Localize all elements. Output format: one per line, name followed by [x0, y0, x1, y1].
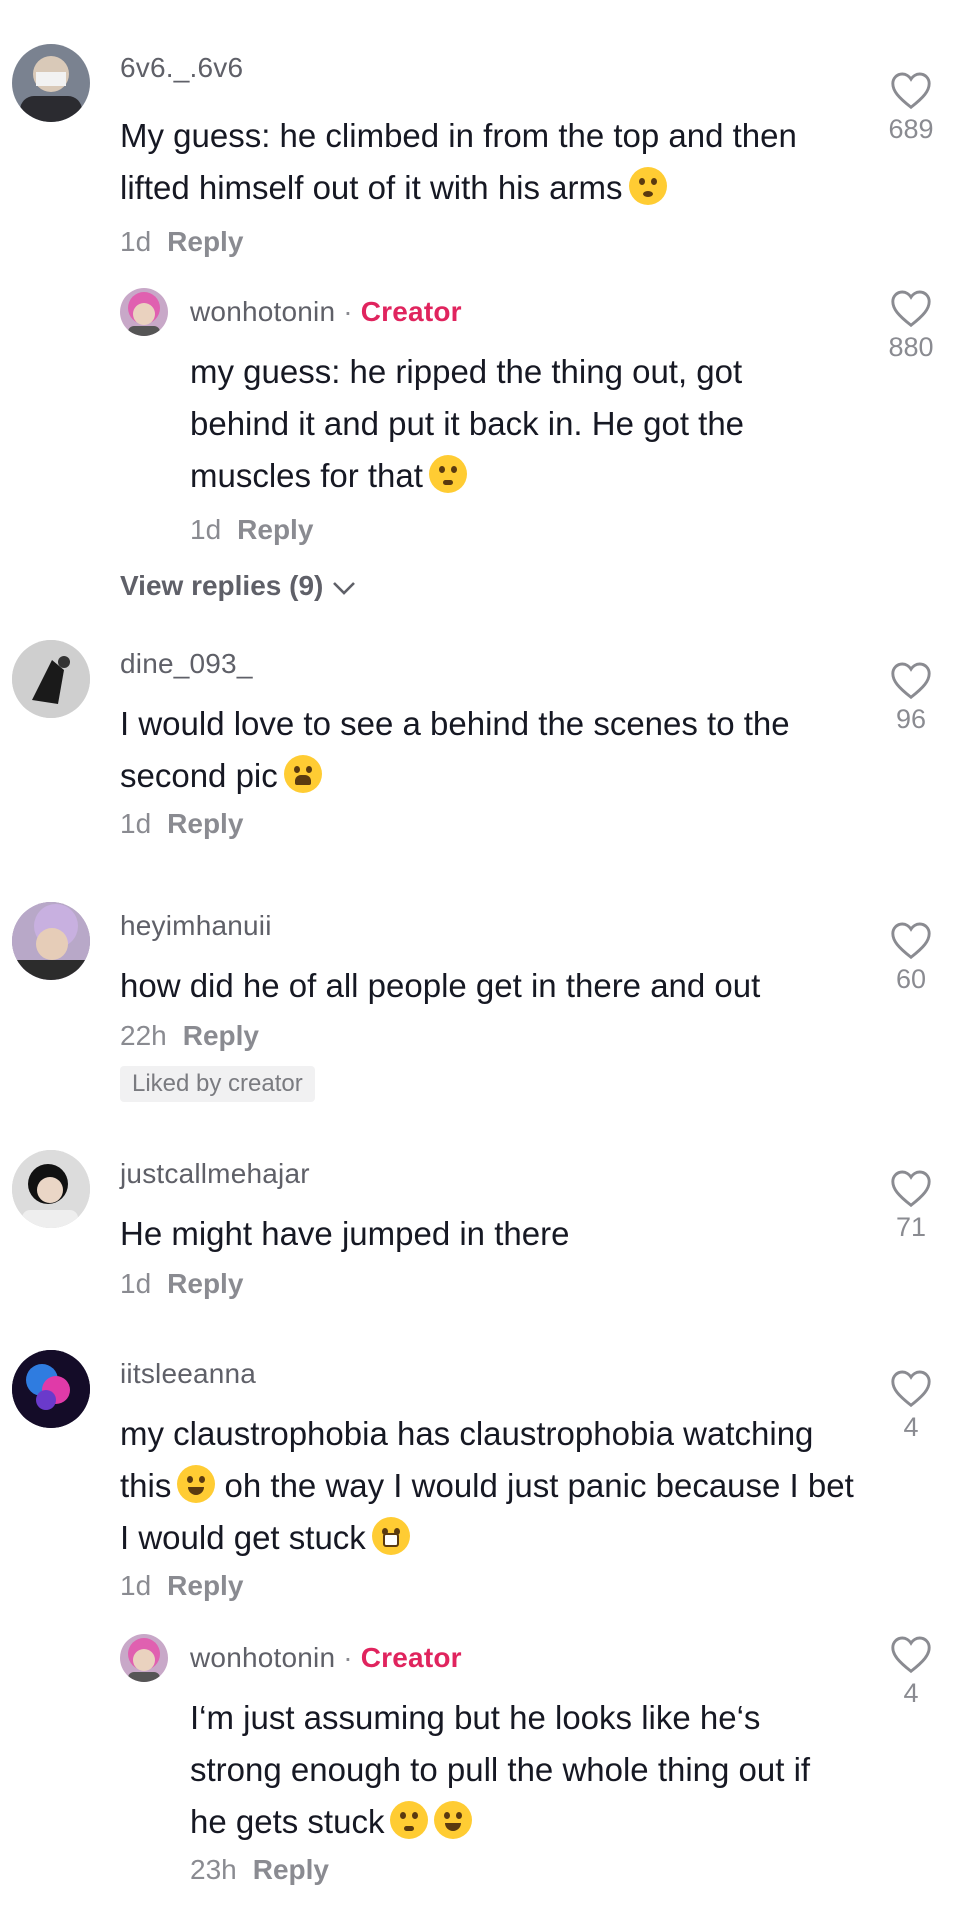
- comment-username-row: wonhotonin · Creator: [190, 1642, 462, 1673]
- reply-button[interactable]: Reply: [167, 1268, 243, 1299]
- like-count: 71: [895, 1212, 927, 1242]
- comment-username[interactable]: iitsleeanna: [120, 1358, 256, 1390]
- comment-username[interactable]: wonhotonin: [190, 296, 335, 327]
- reply-button[interactable]: Reply: [253, 1854, 329, 1885]
- thinking-face-icon: [390, 1801, 429, 1839]
- chevron-down-icon: [333, 582, 356, 595]
- heart-icon: [891, 1370, 931, 1408]
- comment-meta: 1d Reply: [120, 1268, 243, 1300]
- like-button[interactable]: 880: [876, 288, 946, 363]
- comment-meta: 1d Reply: [120, 226, 243, 258]
- comment-username[interactable]: 6v6._.6v6: [120, 52, 243, 84]
- comment-text: I‘m just assuming but he looks like he‘s…: [190, 1699, 811, 1840]
- comment-username[interactable]: justcallmehajar: [120, 1158, 310, 1190]
- like-count: 880: [888, 332, 934, 362]
- heart-icon: [891, 922, 931, 960]
- heart-icon: [891, 72, 931, 110]
- comment-time: 1d: [190, 514, 222, 545]
- comment-text: My guess: he climbed in from the top and…: [120, 117, 797, 206]
- creator-badge: Creator: [360, 1642, 462, 1673]
- like-count: 689: [888, 114, 934, 144]
- avatar[interactable]: [12, 1150, 90, 1228]
- liked-by-creator-badge: Liked by creator: [120, 1066, 315, 1102]
- comment-text: my claustrophobia has claustrophobia wat…: [120, 1415, 854, 1556]
- like-button[interactable]: 4: [876, 1634, 946, 1709]
- avatar[interactable]: [12, 902, 90, 980]
- view-replies-button[interactable]: View replies (9): [120, 570, 357, 602]
- reply-button[interactable]: Reply: [237, 514, 313, 545]
- avatar[interactable]: [120, 288, 168, 336]
- comment-time: 22h: [120, 1020, 167, 1051]
- creator-badge: Creator: [360, 296, 462, 327]
- like-count: 4: [903, 1412, 919, 1442]
- comment-meta: 22h Reply: [120, 1020, 259, 1052]
- comment-meta: 1d Reply: [120, 1570, 243, 1602]
- comment-username[interactable]: wonhotonin: [190, 1642, 335, 1673]
- comment-time: 1d: [120, 1570, 152, 1601]
- reply-button[interactable]: Reply: [167, 808, 243, 839]
- heart-icon: [891, 1170, 931, 1208]
- comment-text: my guess: he ripped the thing out, got b…: [190, 353, 745, 494]
- reply-button[interactable]: Reply: [167, 1570, 243, 1601]
- comment-meta: 23h Reply: [190, 1854, 329, 1886]
- thinking-face-icon: [428, 455, 467, 493]
- like-button[interactable]: 71: [876, 1168, 946, 1243]
- comment-text: I would love to see a behind the scenes …: [120, 705, 790, 794]
- reply-button[interactable]: Reply: [167, 226, 243, 257]
- grinning-sweat-face-icon: [177, 1465, 216, 1503]
- like-button[interactable]: 60: [876, 920, 946, 995]
- view-replies-label: View replies (9): [120, 570, 324, 601]
- grimacing-face-icon: [371, 1517, 410, 1555]
- comment-meta: 1d Reply: [190, 514, 313, 546]
- crying-face-icon: [283, 755, 322, 793]
- avatar[interactable]: [12, 44, 90, 122]
- avatar[interactable]: [120, 1634, 168, 1682]
- avatar[interactable]: [12, 1350, 90, 1428]
- comment-time: 23h: [190, 1854, 237, 1885]
- comment-time: 1d: [120, 1268, 152, 1299]
- like-count: 96: [895, 704, 927, 734]
- heart-icon: [891, 662, 931, 700]
- comment-username[interactable]: heyimhanuii: [120, 910, 272, 942]
- heart-icon: [891, 1636, 931, 1674]
- like-button[interactable]: 96: [876, 660, 946, 735]
- reply-button[interactable]: Reply: [183, 1020, 259, 1051]
- like-count: 4: [903, 1678, 919, 1708]
- like-button[interactable]: 689: [876, 70, 946, 145]
- comment-text: He might have jumped in there: [120, 1215, 570, 1252]
- like-button[interactable]: 4: [876, 1368, 946, 1443]
- grinning-sweat-face-icon: [434, 1801, 473, 1839]
- heart-icon: [891, 290, 931, 328]
- comment-meta: 1d Reply: [120, 808, 243, 840]
- comment-text: how did he of all people get in there an…: [120, 967, 761, 1004]
- comment-username-row: wonhotonin · Creator: [190, 296, 462, 327]
- flushed-face-icon: [628, 167, 667, 205]
- comment-time: 1d: [120, 808, 152, 839]
- comment-username[interactable]: dine_093_: [120, 648, 253, 680]
- comment-time: 1d: [120, 226, 152, 257]
- avatar[interactable]: [12, 640, 90, 718]
- like-count: 60: [895, 964, 927, 994]
